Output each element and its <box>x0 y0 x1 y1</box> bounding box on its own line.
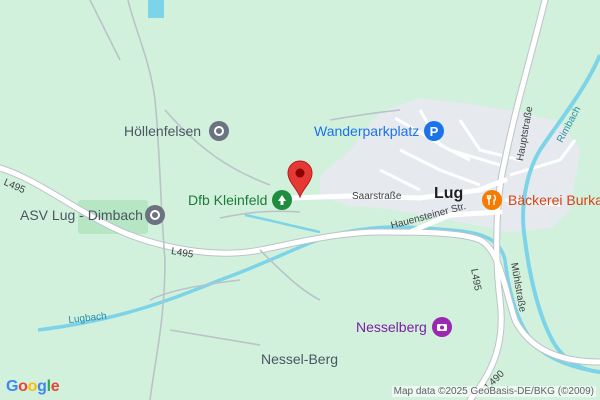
lake <box>148 0 164 18</box>
restaurant-icon[interactable] <box>482 190 502 210</box>
landmark-icon[interactable] <box>209 121 229 141</box>
lug-town-label[interactable]: Lug <box>434 186 463 202</box>
landmark-icon[interactable] <box>145 205 165 225</box>
dfb-kleinfeld-label[interactable]: Dfb Kleinfeld <box>188 193 267 207</box>
google-logo[interactable]: Google <box>6 378 60 396</box>
nessel-berg-label: Nessel-Berg <box>261 351 339 367</box>
map-copyright: Map data ©2025 GeoBasis-DE/BKG (©2009) <box>391 386 596 397</box>
camera-icon[interactable] <box>432 317 452 337</box>
asv-lug-dimbach-label[interactable]: ASV Lug - Dimbach <box>20 208 143 222</box>
location-pin-icon[interactable] <box>287 160 313 199</box>
baeckerei-label[interactable]: Bäckerei Burka <box>508 193 600 207</box>
nesselberg-poi-label[interactable]: Nesselberg <box>356 320 427 334</box>
hoellenfelsen-label[interactable]: Höllenfelsen <box>124 124 201 138</box>
wanderparkplatz-label[interactable]: Wanderparkplatz <box>314 124 419 138</box>
saarstrasse-label: Saarstraße <box>352 191 402 202</box>
parking-icon[interactable]: P <box>424 121 444 141</box>
